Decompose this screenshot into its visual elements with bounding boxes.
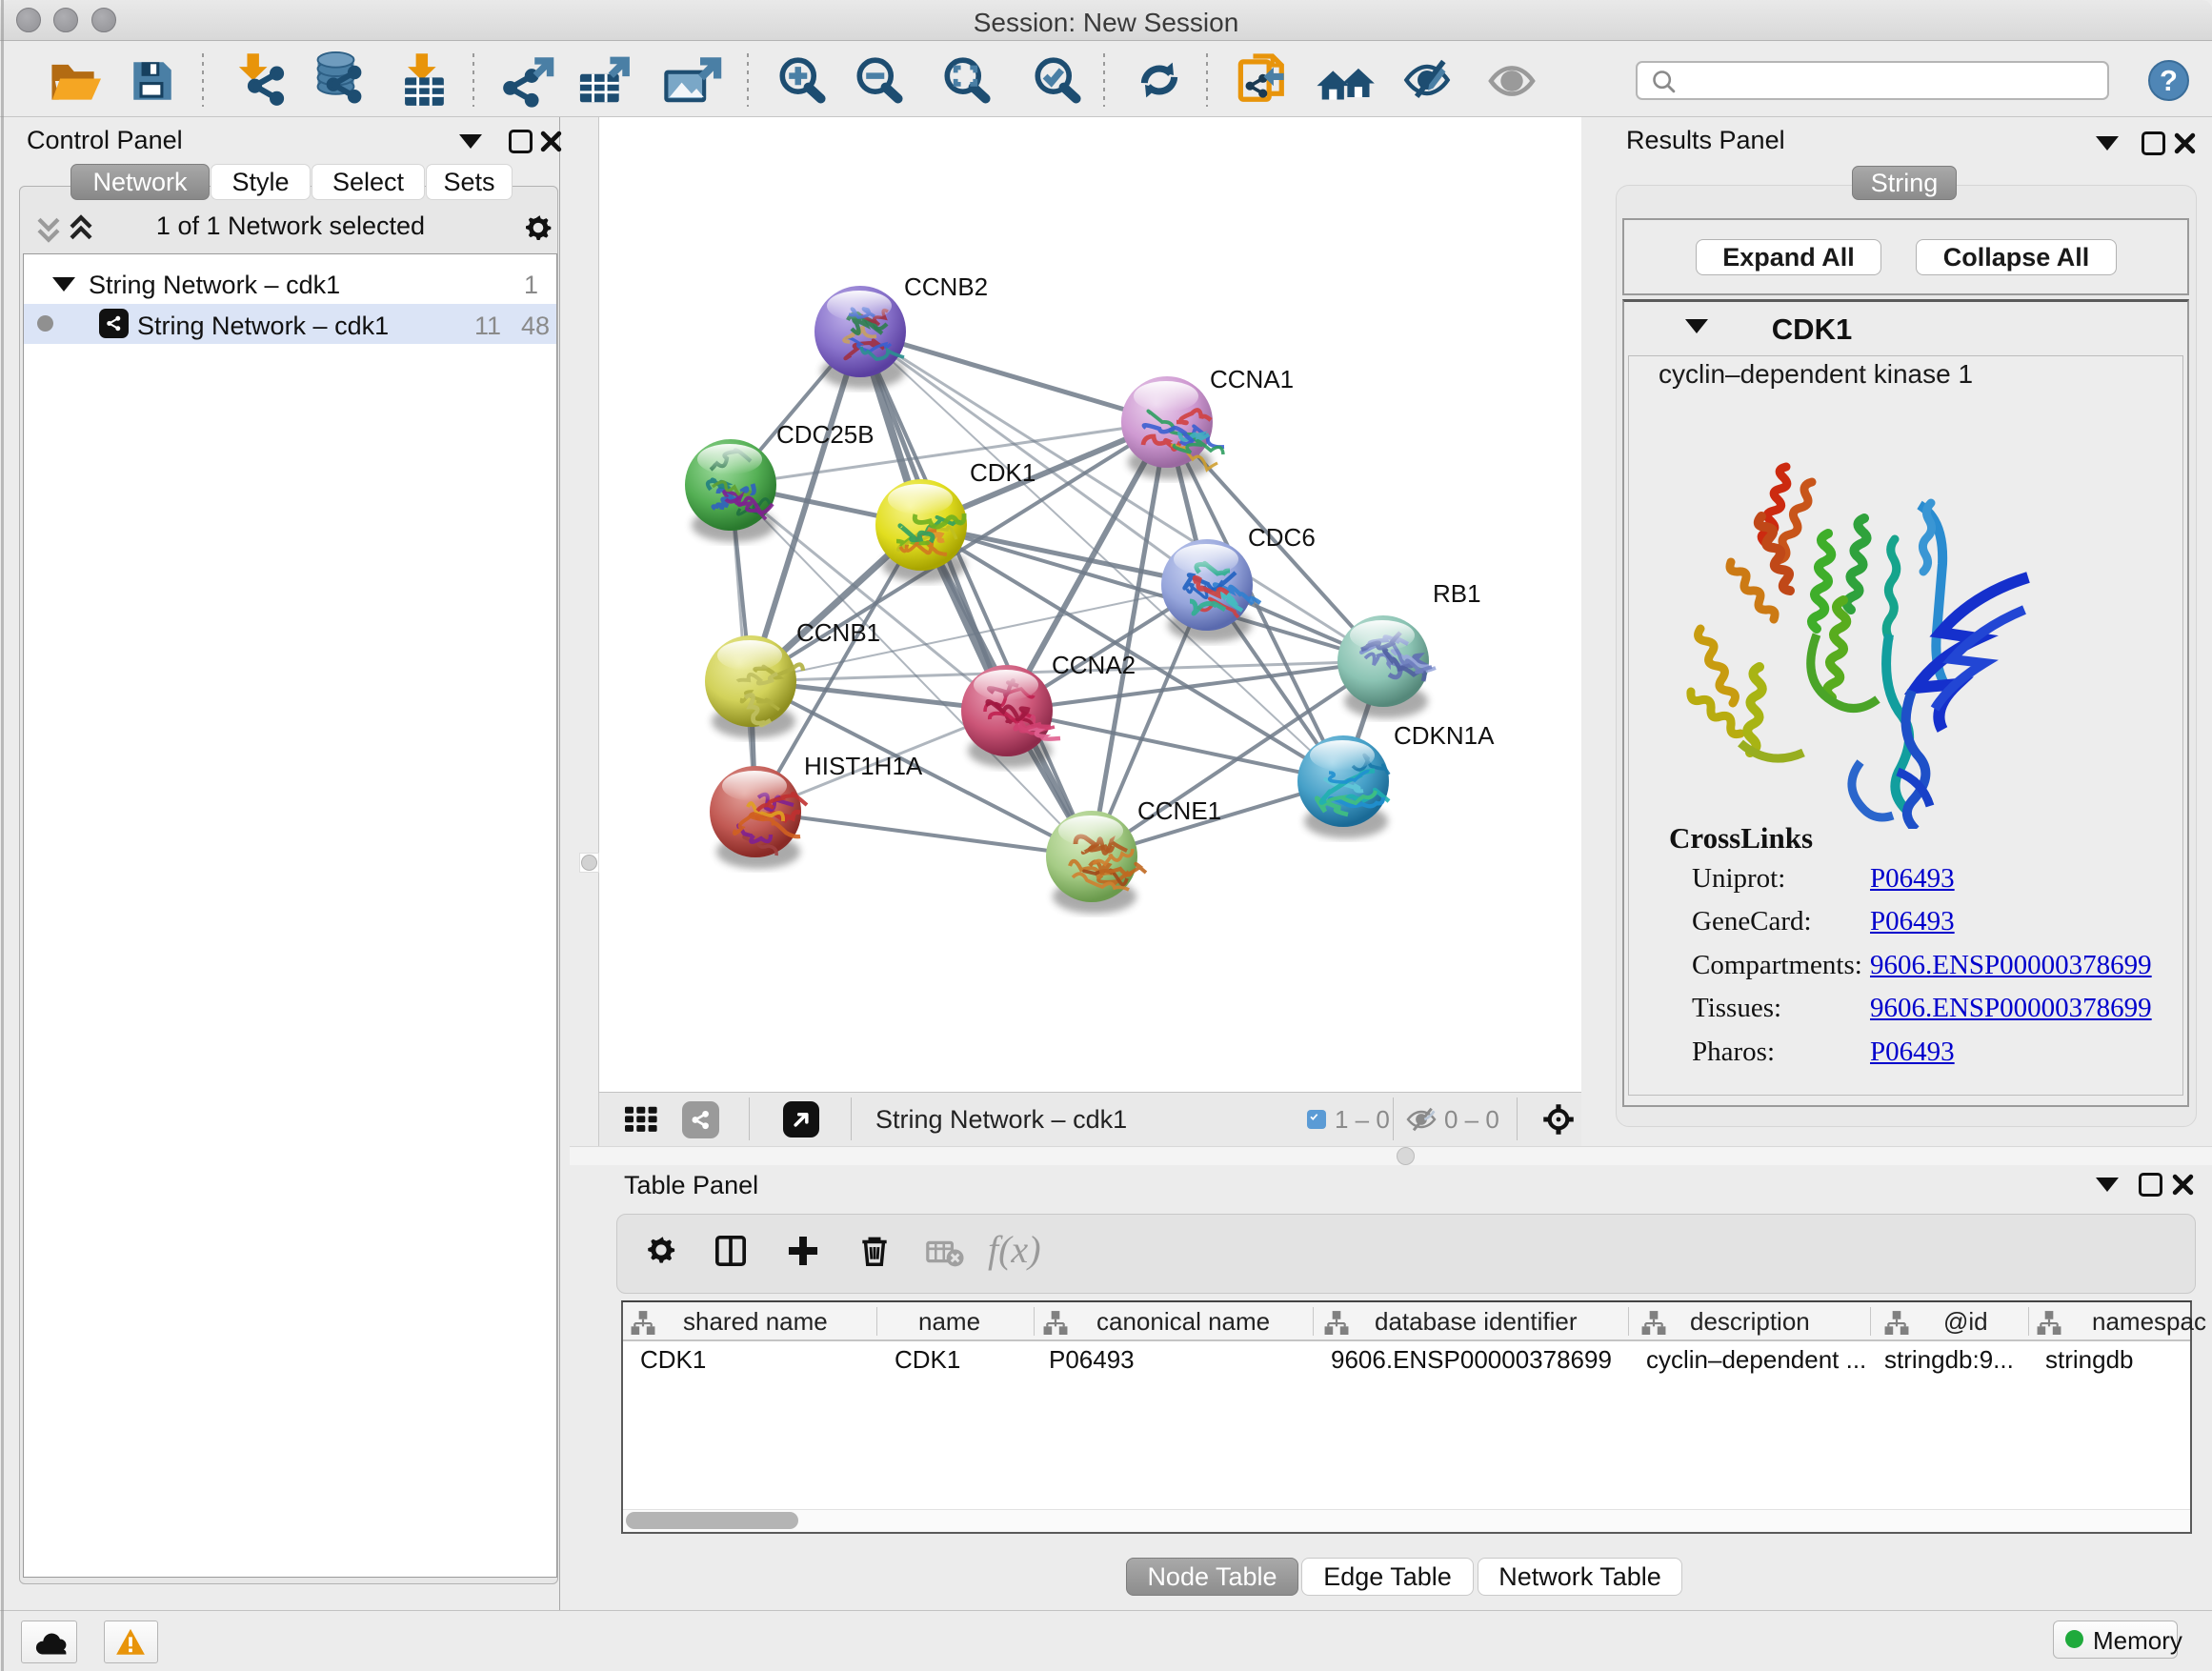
svg-text:CDC6: CDC6 [1248, 523, 1316, 552]
svg-text:CCNB1: CCNB1 [796, 618, 880, 647]
svg-text:CCNA1: CCNA1 [1210, 365, 1294, 393]
svg-text:CDKN1A: CDKN1A [1394, 721, 1495, 750]
svg-text:CCNA2: CCNA2 [1052, 651, 1136, 679]
svg-text:CDC25B: CDC25B [776, 420, 875, 449]
svg-text:HIST1H1A: HIST1H1A [804, 752, 923, 780]
svg-text:CCNB2: CCNB2 [904, 272, 988, 301]
svg-text:RB1: RB1 [1433, 579, 1481, 608]
svg-text:CDK1: CDK1 [970, 458, 1036, 487]
svg-text:CCNE1: CCNE1 [1137, 796, 1221, 825]
